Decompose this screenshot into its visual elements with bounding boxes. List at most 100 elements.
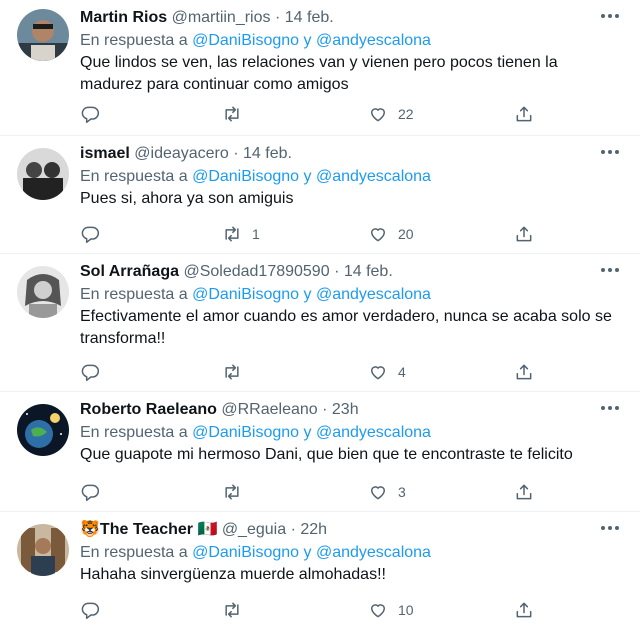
reply-icon (81, 106, 100, 124)
mention-link[interactable]: @DaniBisogno (192, 424, 299, 441)
reply-context: En respuesta a @DaniBisogno y @andyescal… (80, 166, 431, 188)
tweet-text: Hahaha sinvergüenza muerde almohadas!! (80, 566, 386, 583)
user-handle[interactable]: @RRaeleano (221, 401, 317, 418)
mention-link[interactable]: @DaniBisogno (192, 544, 299, 561)
share-icon (516, 364, 532, 380)
mention-link[interactable]: @DaniBisogno (192, 32, 299, 49)
reply-and: y (303, 286, 312, 303)
tweet-header: Martin Rios @martiin_rios · 14 feb. (80, 7, 334, 29)
share-icon (516, 106, 532, 122)
retweet-button[interactable] (222, 598, 252, 622)
reply-context: En respuesta a @DaniBisogno y @andyescal… (80, 422, 431, 444)
share-button[interactable] (514, 598, 534, 622)
avatar[interactable] (17, 9, 69, 61)
more-icon[interactable] (598, 398, 622, 418)
display-name[interactable]: 🐯The Teacher 🇲🇽 (80, 521, 217, 538)
like-count: 3 (398, 484, 406, 500)
reply-button[interactable] (80, 598, 100, 622)
timestamp[interactable]: 22h (300, 521, 327, 538)
like-button[interactable]: 22 (368, 102, 414, 126)
user-handle[interactable]: @Soledad17890590 (183, 263, 329, 280)
tweet-header: Roberto Raeleano @RRaeleano · 23h (80, 399, 359, 421)
reply-tweet[interactable]: Sol Arrañaga @Soledad17890590 · 14 feb. … (0, 254, 640, 392)
tweet-header: 🐯The Teacher 🇲🇽 @_eguia · 22h (80, 519, 327, 541)
share-icon (516, 226, 532, 242)
share-button[interactable] (514, 360, 534, 384)
retweet-icon (225, 364, 239, 380)
mention-link[interactable]: @andyescalona (316, 286, 431, 303)
separator-dot: · (274, 9, 281, 26)
reply-button[interactable] (80, 360, 100, 384)
reply-tweet[interactable]: 🐯The Teacher 🇲🇽 @_eguia · 22h En respues… (0, 512, 640, 628)
separator-dot: · (334, 263, 340, 280)
retweet-button[interactable] (222, 360, 252, 384)
mention-link[interactable]: @DaniBisogno (192, 286, 299, 303)
like-icon (371, 228, 385, 242)
reply-icon (81, 484, 100, 502)
avatar[interactable] (17, 404, 69, 456)
retweet-icon (225, 484, 239, 500)
like-count: 22 (398, 106, 414, 122)
retweet-icon (225, 602, 239, 618)
tweet-header: ismael @ideayacero · 14 feb. (80, 143, 292, 165)
mention-link[interactable]: @andyescalona (316, 544, 431, 561)
like-icon (371, 366, 385, 380)
reply-button[interactable] (80, 222, 100, 246)
reply-tweet[interactable]: Roberto Raeleano @RRaeleano · 23h En res… (0, 392, 640, 512)
more-icon[interactable] (598, 518, 622, 538)
like-button[interactable]: 3 (368, 480, 406, 504)
reply-and: y (303, 168, 312, 185)
reply-context: En respuesta a @DaniBisogno y @andyescal… (80, 30, 431, 52)
reply-button[interactable] (80, 102, 100, 126)
avatar[interactable] (17, 148, 69, 200)
mention-link[interactable]: @DaniBisogno (192, 168, 299, 185)
action-bar: 3 (80, 480, 550, 504)
like-button[interactable]: 20 (368, 222, 414, 246)
share-button[interactable] (514, 102, 534, 126)
reply-and: y (303, 32, 312, 49)
mention-link[interactable]: @andyescalona (316, 424, 431, 441)
like-button[interactable]: 10 (368, 598, 414, 622)
display-name[interactable]: ismael (80, 145, 130, 162)
reply-prefix: En respuesta a (80, 168, 188, 185)
timestamp[interactable]: 14 feb. (344, 263, 393, 280)
reply-button[interactable] (80, 480, 100, 504)
action-bar: 22 (80, 102, 550, 126)
tweet-text: Efectivamente el amor cuando es amor ver… (80, 308, 612, 347)
retweet-button[interactable]: 1 (222, 222, 260, 246)
avatar[interactable] (17, 524, 69, 576)
display-name[interactable]: Roberto Raeleano (80, 401, 217, 418)
mention-link[interactable]: @andyescalona (316, 32, 431, 49)
like-icon (371, 486, 385, 500)
share-icon (516, 602, 532, 618)
more-icon[interactable] (598, 260, 622, 280)
avatar[interactable] (17, 266, 69, 318)
share-button[interactable] (514, 222, 534, 246)
action-bar: 4 (80, 360, 550, 384)
share-button[interactable] (514, 480, 534, 504)
retweet-button[interactable] (222, 102, 252, 126)
reply-tweet[interactable]: ismael @ideayacero · 14 feb. En respuest… (0, 136, 640, 254)
display-name[interactable]: Martin Rios (80, 9, 167, 26)
reply-tweet[interactable]: Martin Rios @martiin_rios · 14 feb. En r… (0, 0, 640, 136)
more-icon[interactable] (598, 6, 622, 26)
mention-link[interactable]: @andyescalona (316, 168, 431, 185)
timestamp[interactable]: 14 feb. (243, 145, 292, 162)
timestamp[interactable]: 23h (332, 401, 359, 418)
user-handle[interactable]: @ideayacero (134, 145, 229, 162)
tweet-header: Sol Arrañaga @Soledad17890590 · 14 feb. (80, 261, 393, 283)
retweet-button[interactable] (222, 480, 252, 504)
reply-prefix: En respuesta a (80, 424, 188, 441)
like-count: 4 (398, 364, 406, 380)
like-icon (371, 108, 385, 122)
display-name[interactable]: Sol Arrañaga (80, 263, 179, 280)
user-handle[interactable]: @martiin_rios (172, 9, 271, 26)
like-icon (371, 604, 385, 618)
user-handle[interactable]: @_eguia (222, 521, 286, 538)
like-button[interactable]: 4 (368, 360, 406, 384)
more-icon[interactable] (598, 142, 622, 162)
retweet-count: 1 (252, 226, 260, 242)
timestamp[interactable]: 14 feb. (285, 9, 334, 26)
reply-context: En respuesta a @DaniBisogno y @andyescal… (80, 542, 431, 564)
reply-icon (81, 364, 100, 382)
